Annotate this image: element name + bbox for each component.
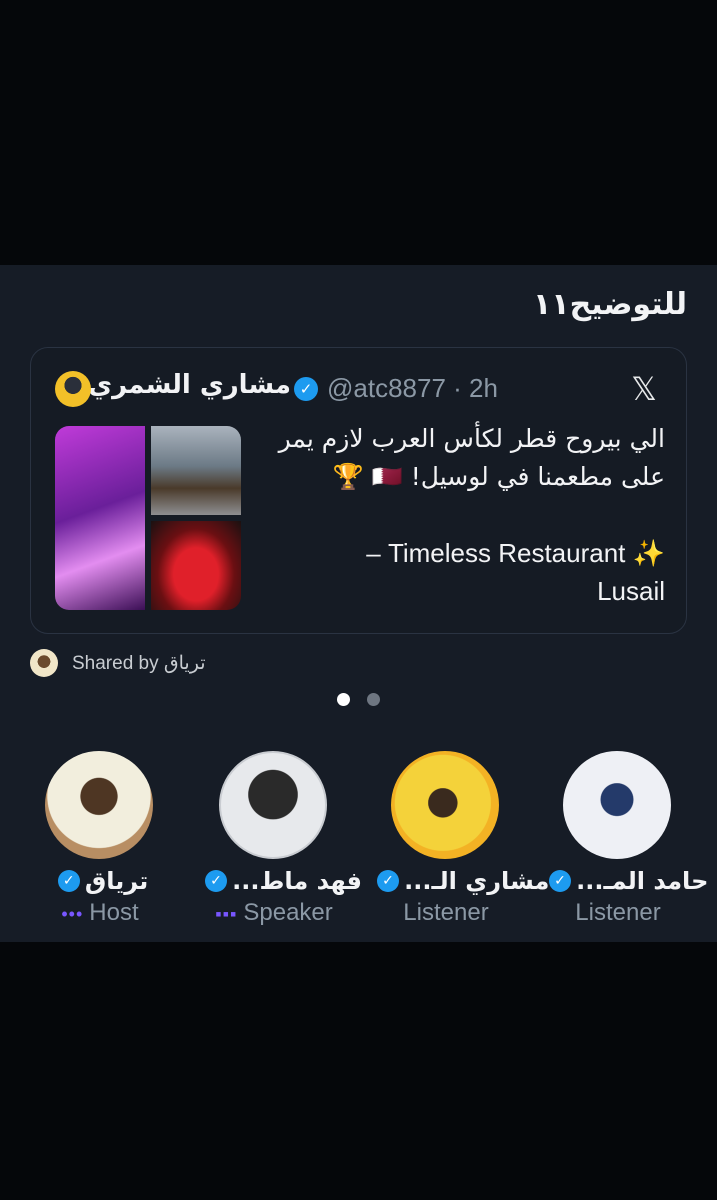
tweet-text-line: على مطعمنا في لوسيل! 🇶🇦 🏆: [332, 462, 665, 491]
participant-name-row: ✓ مشاري الـ...: [371, 867, 549, 895]
participant-role: ▪▪▪ Speaker: [215, 899, 333, 926]
avatar[interactable]: [219, 751, 327, 859]
tweet-handle-time: @atc8877 · 2h: [327, 373, 498, 403]
sharer-avatar: [30, 649, 58, 677]
page-dot[interactable]: [367, 693, 380, 706]
participant-role: ••• Host: [61, 899, 139, 926]
tweet-text: الي بيروح قطر لكأس العرب لازم يمر على مط…: [261, 420, 665, 610]
pagination-dots: [337, 693, 387, 707]
verified-badge-icon: ✓: [294, 377, 318, 401]
verified-badge-icon: ✓: [377, 870, 399, 892]
host-dots-icon: •••: [61, 904, 84, 924]
tweet-media-image[interactable]: [55, 426, 145, 610]
participant-name-row: ✓ تریاق: [25, 867, 175, 895]
participant-host[interactable]: ✓ تریاق ••• Host: [25, 751, 175, 926]
participant-name: فهد ماط...: [232, 867, 363, 895]
tweet-media-image[interactable]: [151, 426, 241, 515]
participant-listener[interactable]: ✓ حامد المـ... Listener: [543, 751, 708, 926]
participant-role: Listener: [575, 899, 661, 926]
participant-listener[interactable]: ✓ مشاري الـ... Listener: [371, 751, 549, 926]
verified-badge-icon: ✓: [549, 870, 571, 892]
participant-name: حامد المـ...: [576, 867, 709, 895]
participant-name-row: ✓ حامد المـ...: [543, 867, 708, 895]
tweet-text-line: الي بيروح قطر لكأس العرب لازم يمر: [278, 424, 665, 453]
tweet-text-line: ✨ Timeless Restaurant –: [366, 538, 665, 568]
participant-name: تریاق: [84, 867, 149, 895]
tweet-media-grid[interactable]: [55, 426, 241, 610]
tweet-text-line: Lusail: [597, 576, 665, 606]
speaker-bars-icon: ▪▪▪: [215, 904, 238, 924]
tweet-author-name[interactable]: مشاري الشمري: [88, 370, 291, 400]
space-panel: للتوضيح١١ 𝕏 @atc8877 · 2h ✓ مشاري الشمري…: [0, 265, 717, 942]
avatar[interactable]: [563, 751, 671, 859]
participant-speaker[interactable]: ✓ فهد ماط... ▪▪▪ Speaker: [199, 751, 362, 926]
tweet-header: 𝕏 @atc8877 · 2h ✓ مشاري الشمري: [31, 370, 686, 410]
shared-by-row[interactable]: Shared by تریاق: [30, 649, 330, 679]
avatar[interactable]: [45, 751, 153, 859]
participant-role: Listener: [403, 899, 489, 926]
participant-name-row: ✓ فهد ماط...: [199, 867, 362, 895]
shared-by-label: Shared by تریاق: [72, 653, 206, 674]
verified-badge-icon: ✓: [57, 870, 80, 892]
page-dot-active[interactable]: [337, 693, 350, 706]
x-logo-icon[interactable]: 𝕏: [629, 373, 659, 405]
shared-tweet-card[interactable]: 𝕏 @atc8877 · 2h ✓ مشاري الشمري الي بيروح…: [30, 347, 687, 634]
avatar[interactable]: [391, 751, 499, 859]
verified-badge-icon: ✓: [205, 870, 227, 892]
tweet-media-image[interactable]: [151, 521, 241, 610]
panel-title: للتوضيح١١: [532, 287, 687, 322]
author-avatar[interactable]: [55, 371, 91, 407]
participant-name: مشاري الـ...: [404, 867, 550, 895]
